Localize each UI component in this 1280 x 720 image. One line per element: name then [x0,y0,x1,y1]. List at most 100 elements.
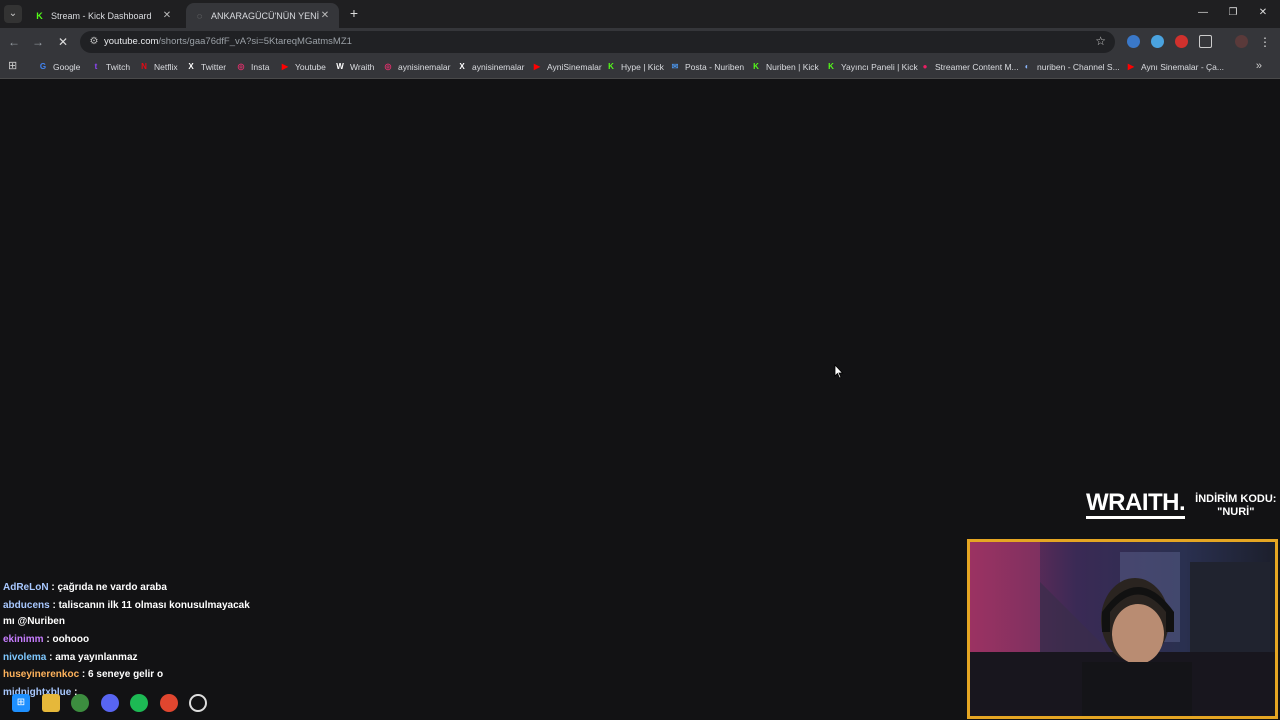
chat-message: abducens : taliscanın ilk 11 olması konu… [3,600,250,611]
bookmark-label: aynisinemalar [398,62,451,72]
bookmark-label: AyniSinemalar [547,62,602,72]
loading-icon: ◌ [196,10,203,21]
app-icon[interactable] [189,694,207,712]
tab-strip: ⌄ K Stream - Kick Dashboard ✕ ◌ ANKARAGÜ… [0,0,1280,28]
chat-message: ekinimm : oohooo [3,634,89,645]
bookmark-item[interactable]: N Netflix [139,60,178,74]
globe-icon: ◐ [1024,62,1030,71]
chat-text: : taliscanın ilk 11 olması konusulmayaca… [49,600,250,611]
bookmark-item[interactable]: ▶ AyniSinemalar [532,60,602,74]
address-bar[interactable]: ⚙ youtube.com/shorts/gaa76dfF_vA?si=5Kta… [80,31,1115,53]
bookmark-item[interactable]: ▶ Aynı Sinemalar - Ça... [1126,60,1224,74]
bookmark-item[interactable]: K Hype | Kick [606,60,664,74]
netflix-icon: N [141,62,147,71]
chat-username[interactable]: abducens [3,600,50,611]
bookmark-label: nuriben - Channel S... [1037,62,1120,72]
bookmark-label: Hype | Kick [621,62,664,72]
forward-button[interactable]: → [29,33,47,51]
restore-button[interactable]: ❐ [1222,5,1244,21]
wraith-logo: WRAITH. [1086,491,1186,519]
bookmark-item[interactable]: X Twitter [186,60,226,74]
instagram-icon: ◎ [237,62,245,71]
bookmark-item[interactable]: K Nuriben | Kick [751,60,819,74]
windows-start-icon[interactable]: ⊞ [12,694,30,712]
tab-title: Stream - Kick Dashboard [51,10,152,21]
bookmark-label: aynisinemalar [472,62,525,72]
close-window-button[interactable]: ✕ [1252,5,1274,21]
mail-icon: ✉ [671,62,679,71]
bookmark-item[interactable]: ◐ nuriben - Channel S... [1022,60,1120,74]
chat-username[interactable]: ekinimm [3,634,44,645]
bookmark-label: Netflix [154,62,178,72]
tab-youtube-short[interactable]: ◌ ANKARAGÜCÜ'NÜN YENİ BAŞK ✕ [186,3,339,28]
webcam-overlay [967,539,1278,719]
bookmark-item[interactable]: ◎ aynisinemalar [383,60,451,74]
extension-icon[interactable] [1175,35,1188,48]
chat-username[interactable]: AdReLoN [3,582,49,593]
url-text[interactable]: youtube.com/shorts/gaa76dfF_vA?si=5Ktare… [104,36,352,47]
tab-search-icon[interactable]: ⌄ [4,5,22,23]
youtube-icon: ▶ [281,62,289,71]
chat-text: : oohooo [43,634,90,645]
bookmark-label: Posta - Nuriben [685,62,745,72]
wraith-icon: W [336,62,344,71]
bookmark-star-icon[interactable]: ☆ [1095,34,1106,48]
menu-kebab-icon[interactable]: ⋮ [1256,33,1274,51]
bookmark-item[interactable]: ✉ Posta - Nuriben [670,60,744,74]
tab-kick-dashboard[interactable]: K Stream - Kick Dashboard ✕ [26,3,181,28]
chat-text: mı @Nuriben [3,616,65,627]
apps-grid-icon[interactable]: ⊞ [8,60,20,72]
new-tab-button[interactable]: + [346,5,362,21]
bookmark-label: Yayıncı Paneli | Kick [841,62,918,72]
bookmark-item[interactable]: W Wraith [335,60,374,74]
chrome-icon[interactable] [71,694,89,712]
chat-text: : 6 seneye gelir o [79,669,164,680]
puzzle-extensions-icon[interactable] [1199,35,1212,48]
webcam-image [970,542,1275,716]
bookmark-item[interactable]: K Yayıncı Paneli | Kick [826,60,918,74]
bookmark-item[interactable]: ▶ Youtube [280,60,326,74]
bookmark-item[interactable]: ● Streamer Content M... [920,60,1019,74]
bookmarks-bar: ⊞ G Google t Twitch N Netflix X Twitter ◎ Insta ▶ Y… [0,55,1280,79]
close-icon[interactable]: ✕ [161,10,173,21]
file-explorer-icon[interactable] [42,694,60,712]
instagram-icon: ◎ [384,62,392,71]
bookmark-label: Wraith [350,62,375,72]
tab-title: ANKARAGÜCÜ'NÜN YENİ BAŞK [211,10,319,21]
bookmark-label: Twitter [201,62,227,72]
chat-username[interactable]: huseyinerenkoc [3,669,79,680]
discord-icon[interactable] [101,694,119,712]
app-icon[interactable] [160,694,178,712]
profile-avatar[interactable] [1235,35,1248,48]
close-icon[interactable]: ✕ [319,10,331,21]
stop-loading-button[interactable]: ✕ [54,33,72,51]
bookmark-label: Twitch [106,62,131,72]
bookmark-item[interactable]: Xaynisinemalar [457,60,524,74]
chat-username[interactable]: nivolema [3,652,46,663]
bookmark-item[interactable]: ◎ Insta [236,60,270,74]
kick-icon: K [608,62,614,71]
back-button[interactable]: ← [5,33,23,51]
chat-text: : çağrıda ne vardo araba [48,582,167,593]
mouse-cursor-icon [834,364,844,379]
more-bookmarks-icon[interactable]: » [1256,60,1262,72]
bookmark-label: Streamer Content M... [935,62,1019,72]
promo-code: İNDİRİM KODU: "NURİ" [1195,492,1277,518]
google-icon: G [39,62,47,71]
minimize-button[interactable]: — [1192,5,1214,21]
bookmark-item[interactable]: t Twitch [91,60,130,74]
bookmark-item[interactable]: G Google [38,60,81,74]
x-icon: X [188,62,194,71]
chat-message: AdReLoN : çağrıda ne vardo araba [3,582,167,593]
sponsor-overlay: WRAITH. İNDİRİM KODU: "NURİ" [1086,491,1277,519]
spotify-icon[interactable] [130,694,148,712]
browser-toolbar: ← → ✕ ⚙ youtube.com/shorts/gaa76dfF_vA?s… [0,28,1280,55]
bookmark-label: Youtube [295,62,326,72]
shield-extension-icon[interactable] [1127,35,1140,48]
extension-icon[interactable] [1151,35,1164,48]
youtube-icon: ▶ [533,62,541,71]
kick-icon: K [828,62,834,71]
site-info-icon[interactable]: ⚙ [87,35,101,49]
bookmark-label: Aynı Sinemalar - Ça... [1141,62,1224,72]
chat-message: nivolema : ama yayınlanmaz [3,652,138,663]
